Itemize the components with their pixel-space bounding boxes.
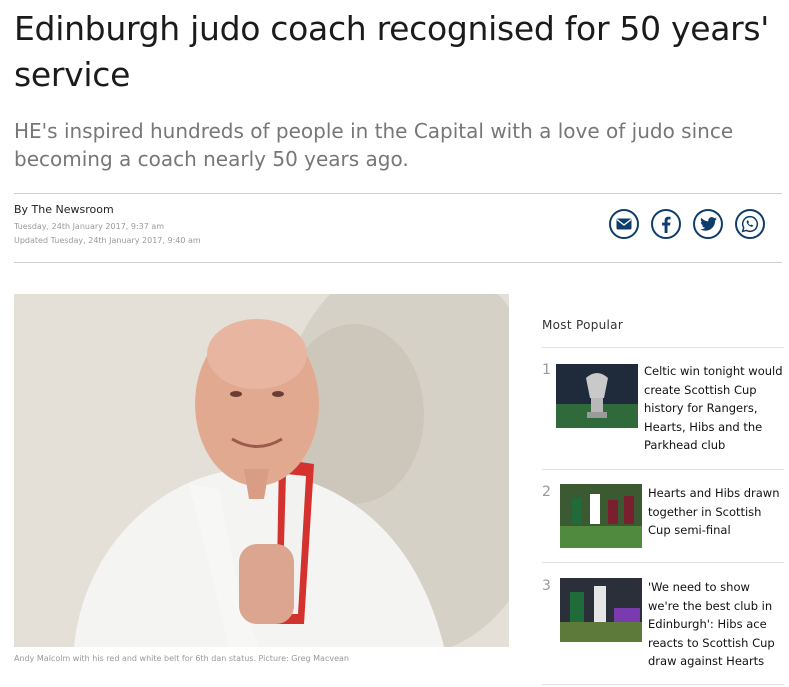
updated-date: Updated Tuesday, 24th January 2017, 9:40… [14,236,201,245]
twitter-icon [699,217,717,231]
whatsapp-icon [741,215,759,233]
most-popular-item[interactable]: 3 'We need to show we're the best club i… [542,578,784,670]
divider [542,684,784,685]
article-thumbnail[interactable] [560,578,642,642]
facebook-icon [661,216,671,233]
most-popular-title: Most Popular [542,318,624,332]
share-twitter-button[interactable] [693,209,723,239]
share-facebook-button[interactable] [651,209,681,239]
published-date: Tuesday, 24th January 2017, 9:37 am [14,222,165,231]
photo-caption: Andy Malcolm with his red and white belt… [14,654,349,663]
rank-number: 3 [542,578,551,594]
divider [542,347,784,348]
byline[interactable]: By The Newsroom [14,203,114,216]
share-email-button[interactable] [609,209,639,239]
divider [14,193,782,194]
divider [542,469,784,470]
article-link[interactable]: 'We need to show we're the best club in … [648,578,784,671]
article-thumbnail[interactable] [560,484,642,548]
most-popular-item[interactable]: 1 Celtic win tonight would create Scotti… [542,362,784,458]
share-whatsapp-button[interactable] [735,209,765,239]
article-thumbnail[interactable] [556,364,638,428]
rank-number: 1 [542,362,551,378]
share-bar [597,209,765,239]
article-standfirst: HE's inspired hundreds of people in the … [14,119,734,171]
envelope-icon [616,218,632,230]
most-popular-item[interactable]: 2 Hearts and Hibs drawn together in Scot… [542,484,784,554]
rank-number: 2 [542,484,551,500]
divider [14,262,782,263]
article-link[interactable]: Celtic win tonight would create Scottish… [644,362,784,455]
article-page: Edinburgh judo coach recognised for 50 y… [0,0,789,687]
article-link[interactable]: Hearts and Hibs drawn together in Scotti… [648,484,784,540]
divider [542,562,784,563]
article-photo[interactable] [14,294,509,647]
article-headline: Edinburgh judo coach recognised for 50 y… [14,9,770,94]
